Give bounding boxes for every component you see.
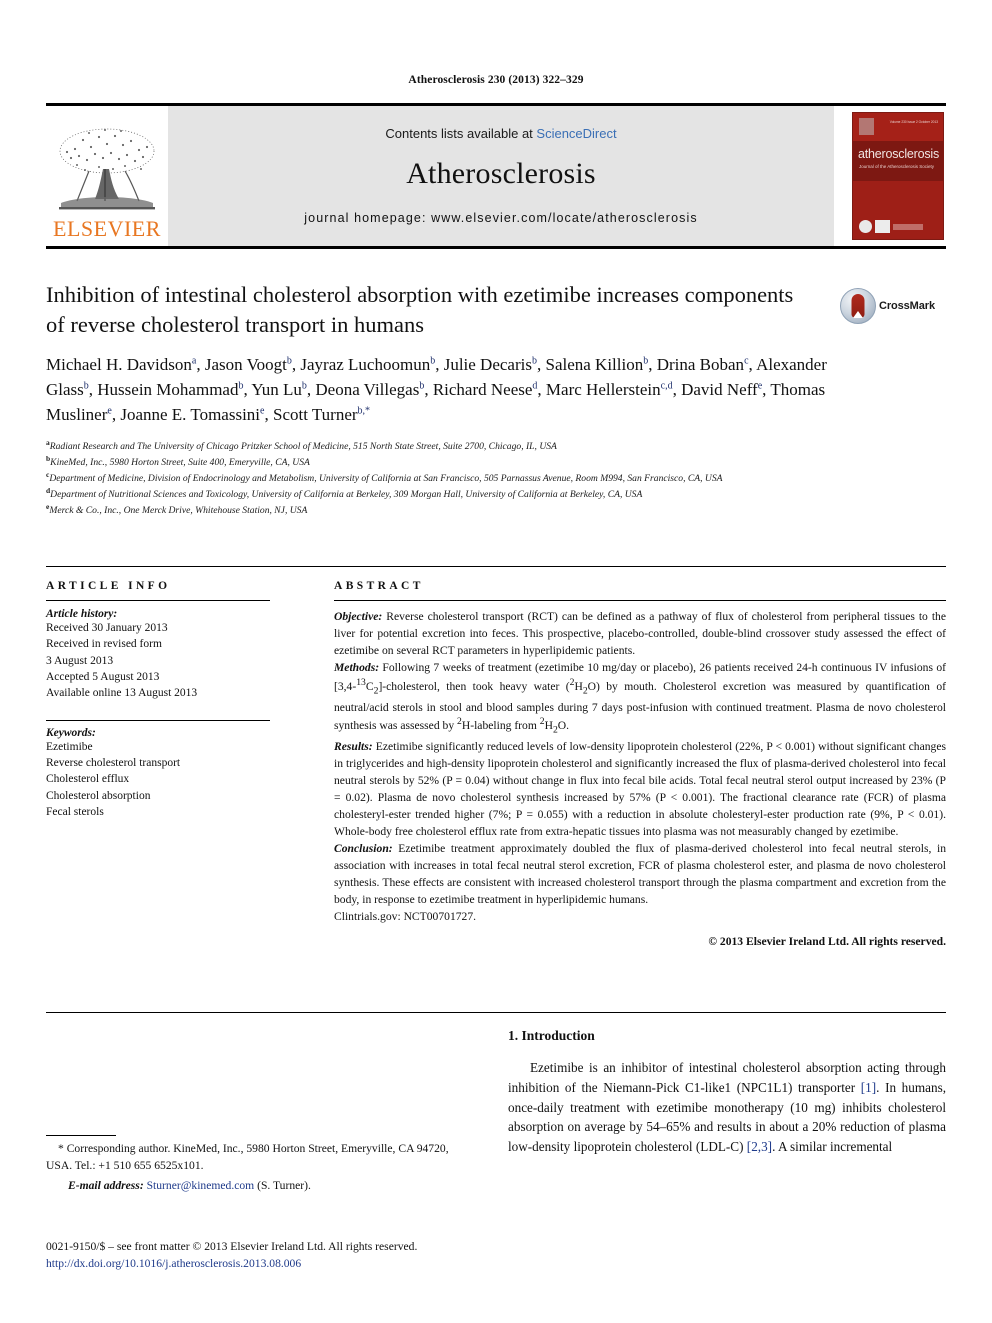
journal-masthead: ELSEVIER Contents lists available at Sci… <box>46 103 946 249</box>
journal-name: Atherosclerosis <box>406 156 596 190</box>
abstract-heading: ABSTRACT <box>334 580 424 592</box>
history-item: 3 August 2013 <box>46 654 114 667</box>
divider-below-abstract <box>46 1012 946 1013</box>
affiliation-item: aRadiant Research and The University of … <box>46 438 936 454</box>
elsevier-logo: ELSEVIER <box>46 106 168 246</box>
email-owner: (S. Turner). <box>254 1178 311 1192</box>
journal-article-page: Atherosclerosis 230 (2013) 322–329 ELSEV… <box>0 0 992 1323</box>
crossmark-icon <box>840 288 876 324</box>
affiliation-item: bKineMed, Inc., 5980 Horton Street, Suit… <box>46 454 936 470</box>
cover-footer-text-block <box>893 223 923 230</box>
affiliation-text: Department of Nutritional Sciences and T… <box>50 489 643 501</box>
contents-available-line: Contents lists available at ScienceDirec… <box>385 126 616 141</box>
doi-link[interactable]: http://dx.doi.org/10.1016/j.atherosclero… <box>46 1255 566 1272</box>
keywords-label: Keywords: <box>46 726 96 739</box>
email-link[interactable]: Sturner@kinemed.com <box>147 1179 255 1192</box>
abstract-results: Results: Ezetimibe significantly reduced… <box>334 738 946 840</box>
abstract-conclusion: Conclusion: Ezetimibe treatment approxim… <box>334 840 946 908</box>
divider-above-abstract <box>46 566 946 567</box>
affiliation-item: eMerck & Co., Inc., One Merck Drive, Whi… <box>46 502 936 518</box>
cover-partner-logo-icon <box>875 220 890 233</box>
article-info-column: ARTICLE INFO Article history: Received 3… <box>46 580 290 950</box>
history-item: Available online 13 August 2013 <box>46 687 198 700</box>
abstract-objective-label: Objective: <box>334 610 383 623</box>
journal-homepage-line[interactable]: journal homepage: www.elsevier.com/locat… <box>304 211 697 225</box>
abstract-objective-text: Reverse cholesterol transport (RCT) can … <box>334 610 946 658</box>
elsevier-wordmark: ELSEVIER <box>53 216 161 241</box>
introduction-section: 1. Introduction Ezetimibe is an inhibito… <box>508 1028 946 1157</box>
abstract-rule <box>334 600 946 601</box>
introduction-heading: 1. Introduction <box>508 1028 595 1043</box>
affiliation-text: KineMed, Inc., 5980 Horton Street, Suite… <box>50 457 310 469</box>
affiliation-text: Merck & Co., Inc., One Merck Drive, Whit… <box>49 505 308 517</box>
keyword-item: Cholesterol efflux <box>46 773 130 786</box>
cover-bottom-logos <box>859 220 923 233</box>
abstract-clintrials: Clintrials.gov: NCT00701727. <box>334 910 477 924</box>
reference-link-2[interactable]: [2,3] <box>747 1139 772 1154</box>
affiliation-text: Department of Medicine, Division of Endo… <box>49 473 723 485</box>
abstract-column: ABSTRACT Objective: Reverse cholesterol … <box>334 580 946 950</box>
intro-text-part-3: . A similar incremental <box>772 1139 893 1155</box>
keyword-item: Ezetimibe <box>46 740 93 753</box>
introduction-paragraph: Ezetimibe is an inhibitor of intestinal … <box>508 1058 946 1157</box>
cover-subtitle: Journal of the Atherosclerosis Society <box>859 164 935 169</box>
footnote-rule <box>46 1135 116 1136</box>
corresponding-author-text: * Corresponding author. KineMed, Inc., 5… <box>46 1142 449 1172</box>
email-line: E-mail address: Sturner@kinemed.com (S. … <box>46 1178 476 1195</box>
history-item: Accepted 5 August 2013 <box>46 670 160 683</box>
keywords-rule <box>46 719 270 721</box>
abstract-copyright: © 2013 Elsevier Ireland Ltd. All rights … <box>708 935 946 949</box>
keyword-item: Fecal sterols <box>46 805 104 818</box>
abstract-objective: Objective: Reverse cholesterol transport… <box>334 608 946 659</box>
affiliation-text: Radiant Research and The University of C… <box>49 441 557 453</box>
journal-cover-thumbnail: Volume 230 Issue 2 October 2013 atherosc… <box>850 106 946 246</box>
author-list: Michael H. Davidsona, Jason Voogtb, Jayr… <box>46 355 827 424</box>
cover-society-logo-icon <box>859 220 872 233</box>
cover-title: atherosclerosis <box>858 147 940 161</box>
abstract-conclusion-text: Ezetimibe treatment approximately double… <box>334 842 946 907</box>
abstract-methods-label: Methods: <box>334 661 380 675</box>
elsevier-tree-icon <box>59 128 155 210</box>
journal-band: Contents lists available at ScienceDirec… <box>168 106 834 246</box>
keywords-block: Keywords: Ezetimibe Reverse cholesterol … <box>46 719 270 821</box>
front-matter-line: 0021-9150/$ – see front matter © 2013 El… <box>46 1240 418 1253</box>
affiliation-item: dDepartment of Nutritional Sciences and … <box>46 486 936 502</box>
history-item: Received 30 January 2013 <box>46 622 168 634</box>
cover-issue-line: Volume 230 Issue 2 October 2013 <box>889 120 938 124</box>
running-head: Atherosclerosis 230 (2013) 322–329 <box>408 74 584 86</box>
keyword-item: Reverse cholesterol transport <box>46 756 181 769</box>
keyword-item: Cholesterol absorption <box>46 789 151 802</box>
title-block: Inhibition of intestinal cholesterol abs… <box>46 280 935 518</box>
page-title: Inhibition of intestinal cholesterol abs… <box>46 282 794 337</box>
sciencedirect-link[interactable]: ScienceDirect <box>536 126 616 141</box>
page-footer: 0021-9150/$ – see front matter © 2013 El… <box>46 1238 566 1273</box>
crossmark-badge[interactable]: CrossMark <box>840 284 935 328</box>
history-item: Received in revised form <box>46 638 162 651</box>
corresponding-author-footnote: * Corresponding author. KineMed, Inc., 5… <box>46 1135 476 1194</box>
affiliation-item: cDepartment of Medicine, Division of End… <box>46 470 936 486</box>
article-info-rule <box>46 600 270 601</box>
abstract-results-label: Results: <box>334 739 373 753</box>
abstract-results-text: Ezetimibe significantly reduced levels o… <box>334 739 946 839</box>
crossmark-label: CrossMark <box>879 300 935 312</box>
article-history-label: Article history: <box>46 608 118 620</box>
info-abstract-region: ARTICLE INFO Article history: Received 3… <box>46 580 946 950</box>
abstract-body: Objective: Reverse cholesterol transport… <box>334 608 946 950</box>
contents-prefix: Contents lists available at <box>385 125 537 141</box>
reference-link-1[interactable]: [1] <box>861 1080 876 1095</box>
article-info-heading: ARTICLE INFO <box>46 580 171 592</box>
abstract-methods-text: Following 7 weeks of treatment (ezetimib… <box>334 661 946 736</box>
abstract-conclusion-label: Conclusion: <box>334 842 393 856</box>
affiliation-list: aRadiant Research and The University of … <box>46 438 936 518</box>
email-label: E-mail address: <box>68 1178 144 1192</box>
cover-elsevier-mark-icon <box>859 118 874 135</box>
abstract-methods: Methods: Following 7 weeks of treatment … <box>334 659 946 738</box>
cover-art: Volume 230 Issue 2 October 2013 atherosc… <box>852 112 944 240</box>
